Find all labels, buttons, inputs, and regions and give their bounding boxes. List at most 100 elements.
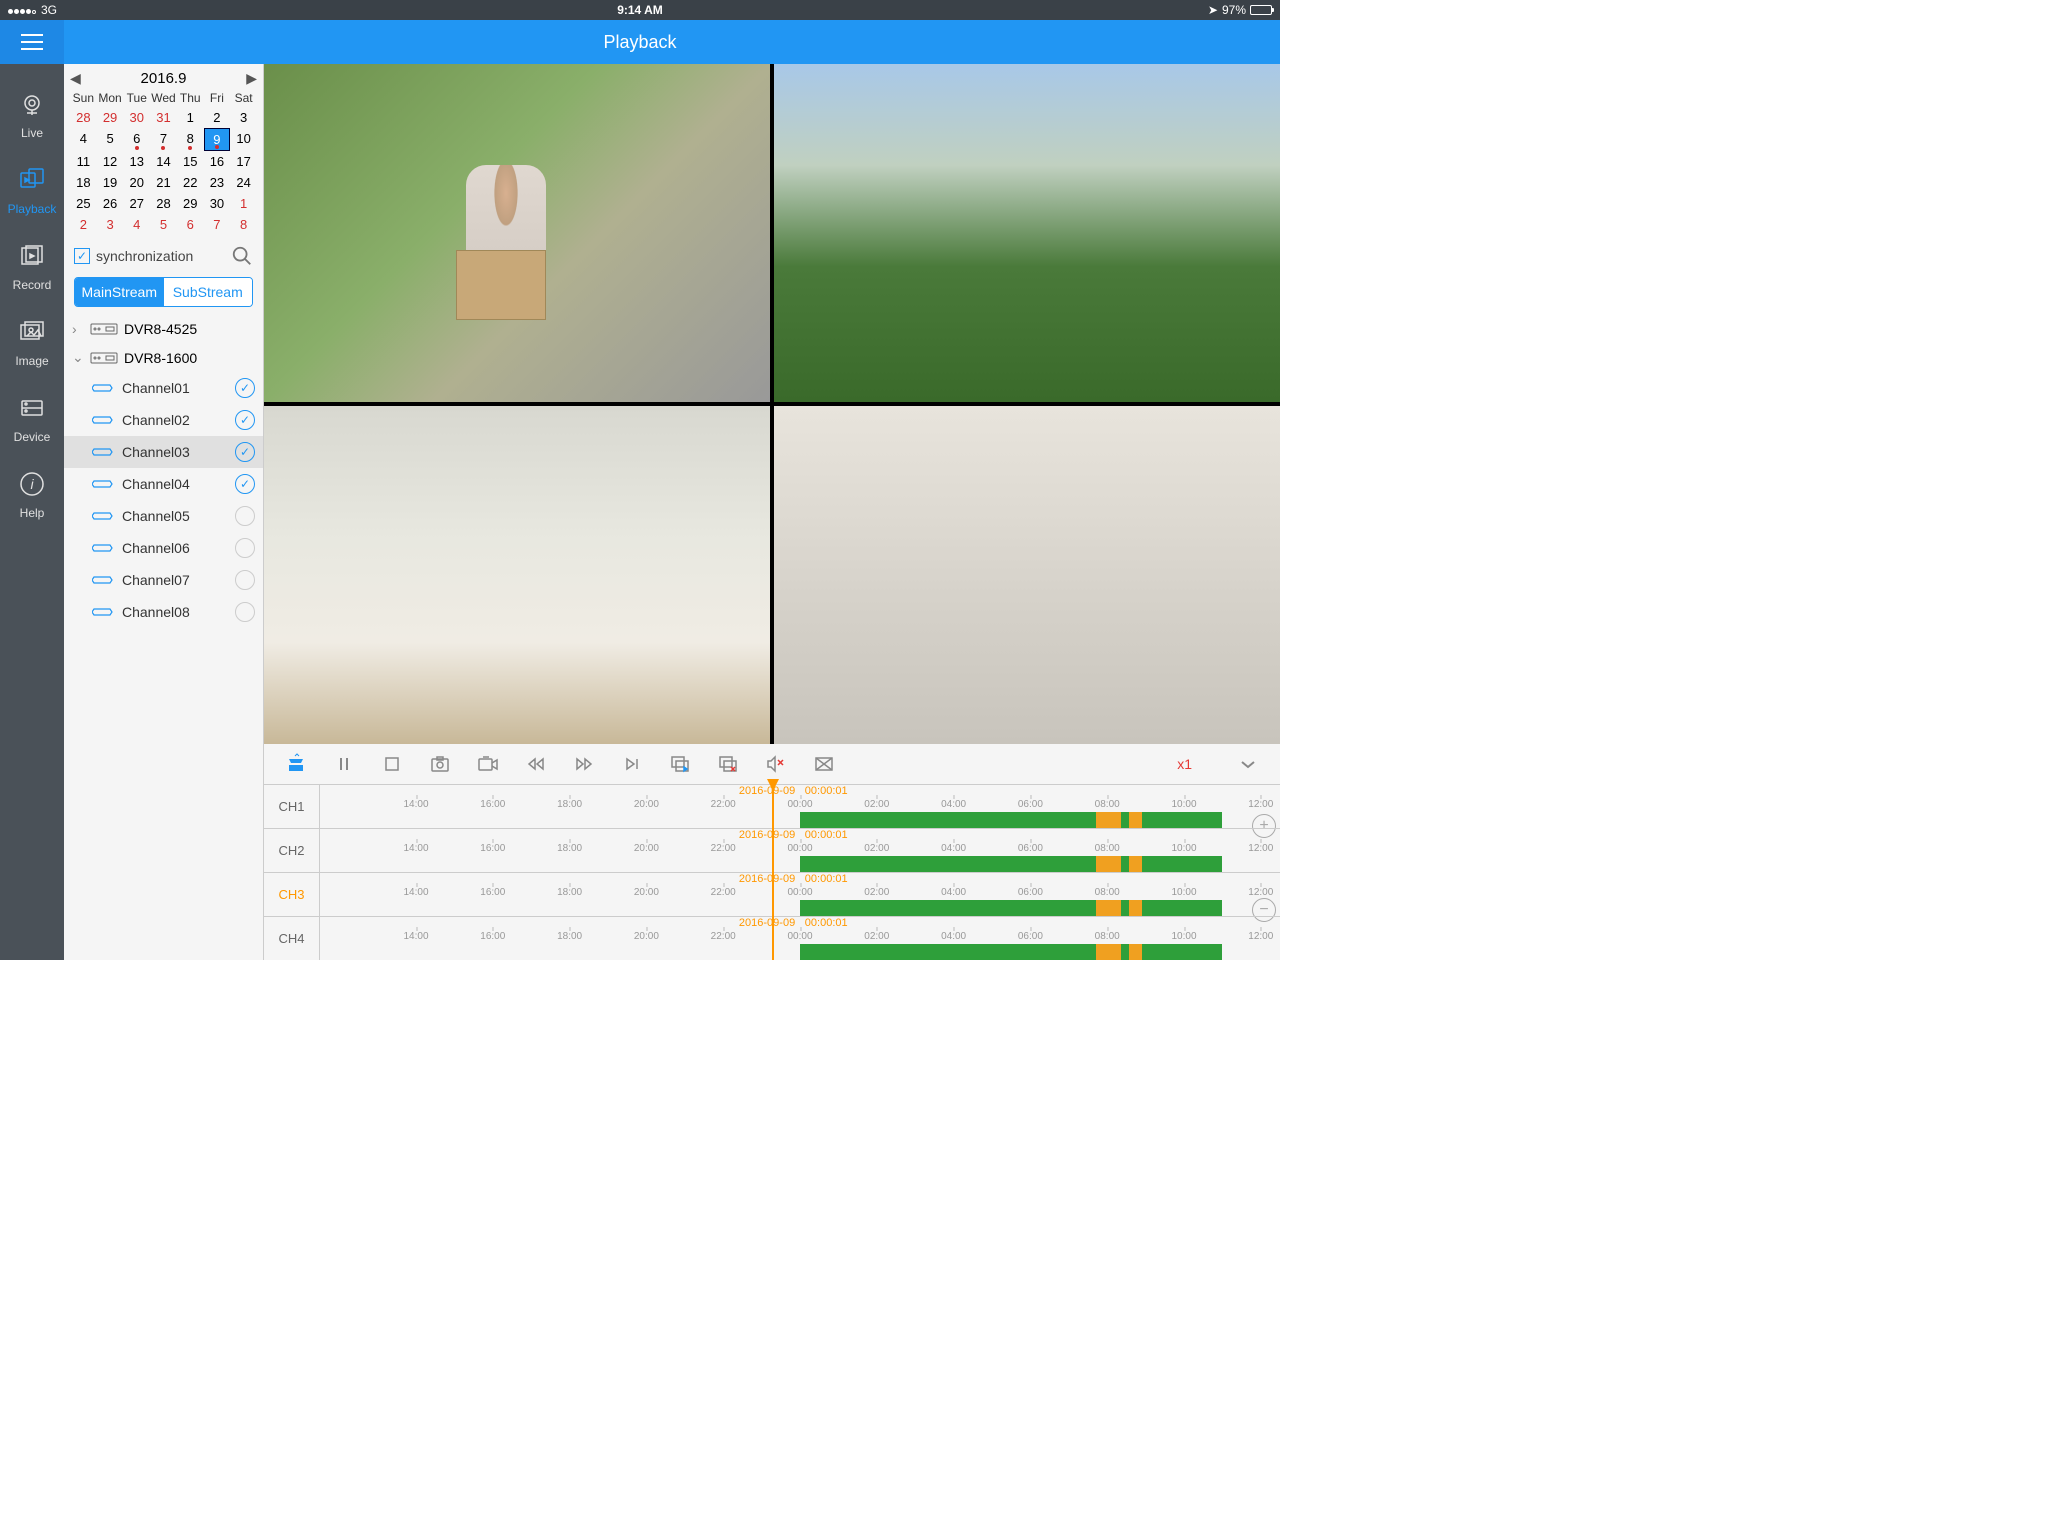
cal-day[interactable]: 20 bbox=[123, 172, 150, 193]
cal-day[interactable]: 4 bbox=[70, 128, 97, 151]
cal-day[interactable]: 11 bbox=[70, 151, 97, 172]
channel-check[interactable]: ✓ bbox=[235, 410, 255, 430]
cal-day[interactable]: 7 bbox=[150, 128, 177, 151]
video-cell-3[interactable] bbox=[264, 406, 770, 744]
cal-day[interactable]: 10 bbox=[230, 128, 257, 151]
fullscreen-button[interactable] bbox=[812, 752, 836, 776]
signal-dots bbox=[8, 3, 37, 17]
cal-day[interactable]: 25 bbox=[70, 193, 97, 214]
cal-day[interactable]: 19 bbox=[97, 172, 124, 193]
cal-day[interactable]: 5 bbox=[97, 128, 124, 151]
cal-day[interactable]: 3 bbox=[230, 107, 257, 128]
device-row[interactable]: ⌄ DVR8-1600 bbox=[64, 343, 263, 372]
storage-icon[interactable] bbox=[284, 752, 308, 776]
cal-day[interactable]: 24 bbox=[230, 172, 257, 193]
cal-day[interactable]: 2 bbox=[204, 107, 231, 128]
video-cell-2[interactable] bbox=[774, 64, 1280, 402]
cal-day[interactable]: 18 bbox=[70, 172, 97, 193]
channel-row[interactable]: Channel04 ✓ bbox=[64, 468, 263, 500]
cal-day[interactable]: 6 bbox=[123, 128, 150, 151]
rewind-button[interactable] bbox=[524, 752, 548, 776]
cal-day[interactable]: 16 bbox=[204, 151, 231, 172]
channel-row[interactable]: Channel08 ✓ bbox=[64, 596, 263, 628]
cal-day[interactable]: 13 bbox=[123, 151, 150, 172]
cal-day[interactable]: 12 bbox=[97, 151, 124, 172]
cal-day[interactable]: 28 bbox=[150, 193, 177, 214]
app-header: Playback bbox=[0, 20, 1280, 64]
menu-button[interactable] bbox=[0, 20, 64, 64]
cal-dow: Thu bbox=[177, 89, 204, 107]
mute-button[interactable] bbox=[764, 752, 788, 776]
stream-toggle: MainStream SubStream bbox=[74, 277, 253, 307]
cal-day[interactable]: 29 bbox=[97, 107, 124, 128]
channel-check[interactable]: ✓ bbox=[235, 602, 255, 622]
channel-check[interactable]: ✓ bbox=[235, 474, 255, 494]
cal-day[interactable]: 17 bbox=[230, 151, 257, 172]
cal-day[interactable]: 31 bbox=[150, 107, 177, 128]
cal-day[interactable]: 1 bbox=[177, 107, 204, 128]
channel-row[interactable]: Channel01 ✓ bbox=[64, 372, 263, 404]
cal-day[interactable]: 15 bbox=[177, 151, 204, 172]
cal-day[interactable]: 27 bbox=[123, 193, 150, 214]
nav-help[interactable]: i Help bbox=[0, 456, 64, 532]
timeline-date: 2016-09-09 bbox=[739, 917, 795, 929]
cal-day[interactable]: 8 bbox=[177, 128, 204, 151]
sync-checkbox[interactable]: ✓ synchronization bbox=[74, 248, 193, 264]
nav-playback[interactable]: Playback bbox=[0, 152, 64, 228]
snapshot-button[interactable] bbox=[428, 752, 452, 776]
cal-day[interactable]: 23 bbox=[204, 172, 231, 193]
cal-day[interactable]: 5 bbox=[150, 214, 177, 235]
stop-button[interactable] bbox=[380, 752, 404, 776]
cal-day[interactable]: 8 bbox=[230, 214, 257, 235]
cal-prev[interactable]: ◀ bbox=[70, 70, 81, 87]
substream-button[interactable]: SubStream bbox=[164, 278, 253, 306]
channel-row[interactable]: Channel03 ✓ bbox=[64, 436, 263, 468]
cal-day[interactable]: 4 bbox=[123, 214, 150, 235]
cal-day[interactable]: 6 bbox=[177, 214, 204, 235]
channel-check[interactable]: ✓ bbox=[235, 378, 255, 398]
pause-button[interactable] bbox=[332, 752, 356, 776]
cal-day[interactable]: 2 bbox=[70, 214, 97, 235]
multi-play-button[interactable] bbox=[668, 752, 692, 776]
cal-day[interactable]: 14 bbox=[150, 151, 177, 172]
step-button[interactable] bbox=[620, 752, 644, 776]
cal-day[interactable]: 22 bbox=[177, 172, 204, 193]
timeline-time: 00:00:01 bbox=[805, 917, 848, 929]
search-icon[interactable] bbox=[231, 245, 253, 267]
device-row[interactable]: › DVR8-4525 bbox=[64, 315, 263, 343]
timeline[interactable]: + − CH12016-09-0900:00:0114:0016:0018:00… bbox=[264, 784, 1280, 960]
cal-day[interactable]: 9 bbox=[204, 128, 231, 151]
channel-row[interactable]: Channel05 ✓ bbox=[64, 500, 263, 532]
nav-device[interactable]: Device bbox=[0, 380, 64, 456]
nav-live[interactable]: Live bbox=[0, 76, 64, 152]
cal-day[interactable]: 28 bbox=[70, 107, 97, 128]
mainstream-button[interactable]: MainStream bbox=[75, 278, 164, 306]
cal-day[interactable]: 7 bbox=[204, 214, 231, 235]
channel-check[interactable]: ✓ bbox=[235, 538, 255, 558]
cal-day[interactable]: 30 bbox=[204, 193, 231, 214]
cal-day[interactable]: 3 bbox=[97, 214, 124, 235]
expand-button[interactable] bbox=[1236, 752, 1260, 776]
video-cell-1[interactable] bbox=[264, 64, 770, 402]
cal-next[interactable]: ▶ bbox=[246, 70, 257, 87]
cal-day[interactable]: 26 bbox=[97, 193, 124, 214]
playhead[interactable] bbox=[772, 784, 774, 960]
cal-day[interactable]: 21 bbox=[150, 172, 177, 193]
recording-bar bbox=[800, 856, 1222, 872]
channel-check[interactable]: ✓ bbox=[235, 506, 255, 526]
channel-row[interactable]: Channel06 ✓ bbox=[64, 532, 263, 564]
record-button[interactable] bbox=[476, 752, 500, 776]
forward-button[interactable] bbox=[572, 752, 596, 776]
multi-close-button[interactable] bbox=[716, 752, 740, 776]
nav-image[interactable]: Image bbox=[0, 304, 64, 380]
cal-day[interactable]: 29 bbox=[177, 193, 204, 214]
nav-record[interactable]: Record bbox=[0, 228, 64, 304]
timeline-channel-label: CH3 bbox=[264, 873, 320, 916]
cal-day[interactable]: 1 bbox=[230, 193, 257, 214]
channel-row[interactable]: Channel02 ✓ bbox=[64, 404, 263, 436]
cal-day[interactable]: 30 bbox=[123, 107, 150, 128]
video-cell-4[interactable] bbox=[774, 406, 1280, 744]
channel-check[interactable]: ✓ bbox=[235, 570, 255, 590]
channel-row[interactable]: Channel07 ✓ bbox=[64, 564, 263, 596]
channel-check[interactable]: ✓ bbox=[235, 442, 255, 462]
